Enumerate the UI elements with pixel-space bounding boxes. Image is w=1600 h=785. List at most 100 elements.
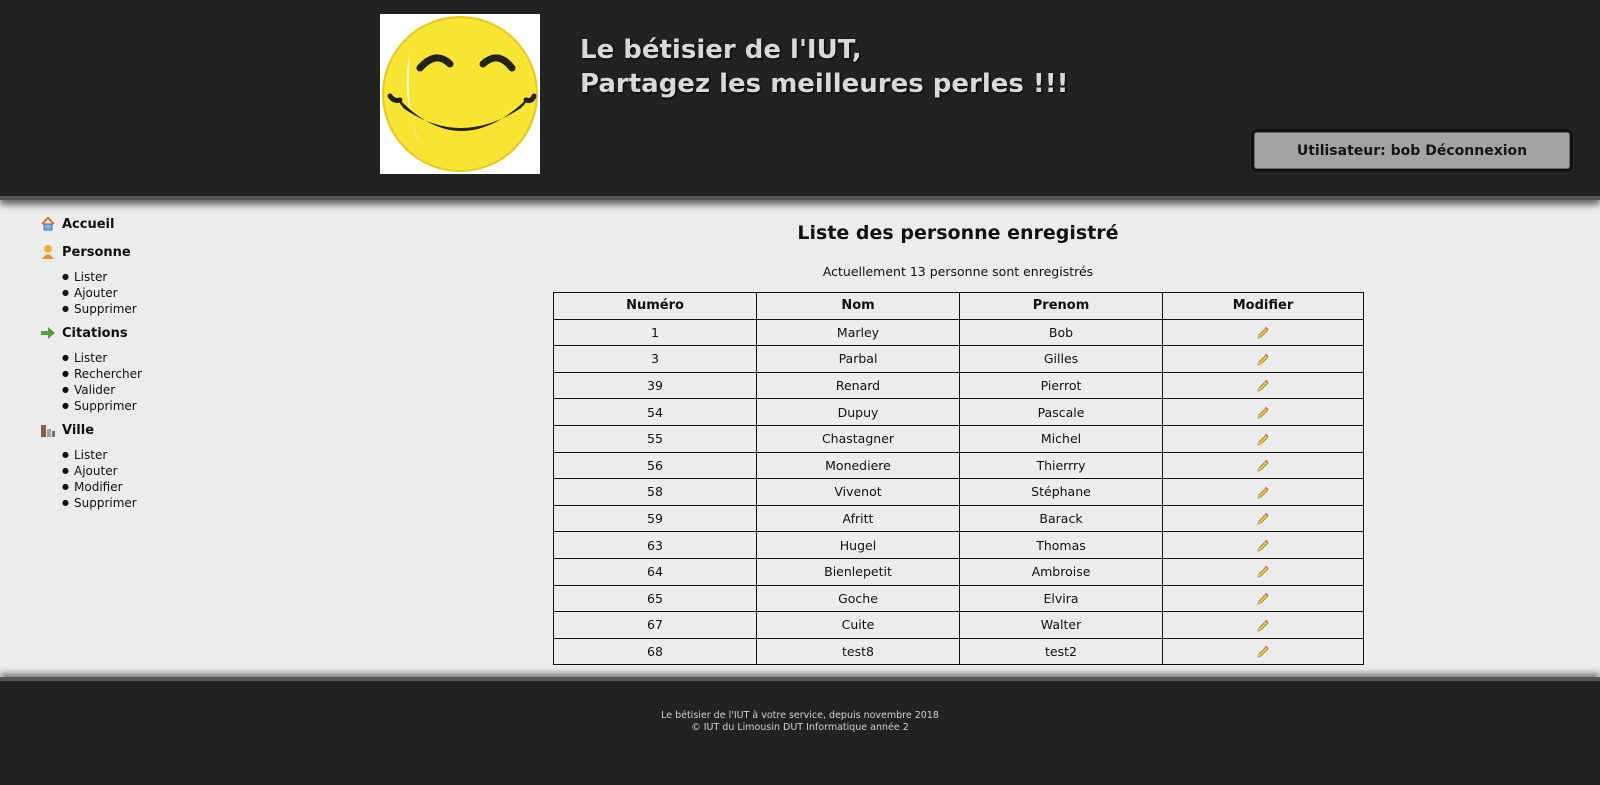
cell-numero: 59 xyxy=(553,504,757,533)
table-header-row: Numéro Nom Prenom Modifier xyxy=(553,292,1364,320)
pencil-icon[interactable] xyxy=(1256,486,1270,500)
pencil-icon[interactable] xyxy=(1256,512,1270,526)
home-icon xyxy=(40,216,56,232)
sidebar-label-accueil: Accueil xyxy=(62,216,115,232)
cell-modifier xyxy=(1162,584,1364,613)
pencil-icon[interactable] xyxy=(1256,592,1270,606)
pencil-icon[interactable] xyxy=(1256,353,1270,367)
cell-prenom: test2 xyxy=(959,637,1163,666)
cell-nom: Bienlepetit xyxy=(756,557,960,586)
ville-submenu: Lister Ajouter Modifier Supprimer xyxy=(40,447,240,511)
sidebar-item-ville[interactable]: Ville xyxy=(40,420,240,440)
cell-numero: 58 xyxy=(553,478,757,506)
pencil-icon[interactable] xyxy=(1256,459,1270,473)
cell-numero: 68 xyxy=(553,637,757,666)
sidebar-item-personne[interactable]: Personne xyxy=(40,242,240,262)
sidebar-nav: Accueil Personne Lister Ajouter Supprime… xyxy=(40,214,240,517)
cell-nom: Chastagner xyxy=(756,424,960,453)
cell-prenom: Walter xyxy=(959,611,1163,639)
cell-prenom: Ambroise xyxy=(959,557,1163,586)
pencil-icon[interactable] xyxy=(1256,406,1270,420)
cell-nom: test8 xyxy=(756,637,960,666)
sidebar-label-ville: Ville xyxy=(62,422,95,438)
citations-supprimer-link[interactable]: Supprimer xyxy=(62,398,240,414)
pencil-icon[interactable] xyxy=(1256,619,1270,633)
personne-lister-link[interactable]: Lister xyxy=(62,269,240,285)
table-row: 39 Renard Pierrot xyxy=(553,371,1364,400)
personne-supprimer-link[interactable]: Supprimer xyxy=(62,301,240,317)
footer-line1: Le bétisier de l'IUT à votre service, de… xyxy=(661,710,939,721)
ville-modifier-link[interactable]: Modifier xyxy=(62,479,240,495)
cell-nom: Renard xyxy=(756,371,960,400)
table-row: 65 Goche Elvira xyxy=(553,584,1364,613)
pencil-icon[interactable] xyxy=(1256,326,1270,340)
cell-prenom: Bob xyxy=(959,318,1163,347)
table-row: 55 Chastagner Michel xyxy=(553,424,1364,453)
people-table: Numéro Nom Prenom Modifier 1 Marley Bob 3P… xyxy=(553,292,1364,666)
smiley-logo xyxy=(380,14,540,174)
cell-numero: 3 xyxy=(553,345,757,373)
pencil-icon[interactable] xyxy=(1256,433,1270,447)
cell-modifier xyxy=(1162,531,1364,559)
pencil-icon[interactable] xyxy=(1256,379,1270,393)
site-header: Le bétisier de l'IUT, Partagez les meill… xyxy=(0,0,1600,200)
cell-prenom: Pierrot xyxy=(959,371,1163,400)
cell-nom: Dupuy xyxy=(756,398,960,426)
cell-modifier xyxy=(1162,371,1364,400)
cell-prenom: Barack xyxy=(959,504,1163,533)
cell-numero: 39 xyxy=(553,371,757,400)
cell-numero: 67 xyxy=(553,611,757,639)
cell-numero: 63 xyxy=(553,531,757,559)
cell-modifier xyxy=(1162,478,1364,506)
cell-modifier xyxy=(1162,345,1364,373)
smiley-face-icon xyxy=(382,16,538,172)
cell-prenom: Pascale xyxy=(959,398,1163,426)
sidebar-label-citations: Citations xyxy=(62,325,128,341)
cell-modifier xyxy=(1162,451,1364,480)
cell-prenom: Stéphane xyxy=(959,478,1163,506)
cell-nom: Vivenot xyxy=(756,478,960,506)
table-row: 63 Hugel Thomas xyxy=(553,531,1364,559)
personne-ajouter-link[interactable]: Ajouter xyxy=(62,285,240,301)
pencil-icon[interactable] xyxy=(1256,645,1270,659)
table-row: 58 Vivenot Stéphane xyxy=(553,478,1364,506)
pencil-icon[interactable] xyxy=(1256,565,1270,579)
logout-link[interactable]: Déconnexion xyxy=(1425,143,1527,159)
cell-nom: Monediere xyxy=(756,451,960,480)
pencil-icon[interactable] xyxy=(1256,539,1270,553)
cell-numero: 56 xyxy=(553,451,757,480)
cell-numero: 54 xyxy=(553,398,757,426)
cell-numero: 65 xyxy=(553,584,757,613)
personne-submenu: Lister Ajouter Supprimer xyxy=(40,269,240,317)
ville-supprimer-link[interactable]: Supprimer xyxy=(62,495,240,511)
cell-prenom: Michel xyxy=(959,424,1163,453)
sidebar-item-citations[interactable]: Citations xyxy=(40,323,240,343)
sidebar-item-accueil[interactable]: Accueil xyxy=(40,214,240,234)
cell-nom: Hugel xyxy=(756,531,960,559)
cell-modifier xyxy=(1162,398,1364,426)
footer-line2: © IUT du Limousin DUT Informatique année… xyxy=(691,722,909,733)
cell-prenom: Thomas xyxy=(959,531,1163,559)
cell-nom: Cuite xyxy=(756,611,960,639)
person-icon xyxy=(40,244,56,260)
cell-modifier xyxy=(1162,318,1364,347)
cell-numero: 64 xyxy=(553,557,757,586)
cell-modifier xyxy=(1162,504,1364,533)
table-row: 68 test8 test2 xyxy=(553,637,1364,666)
cell-prenom: Thierrry xyxy=(959,451,1163,480)
table-row: 54 Dupuy Pascale xyxy=(553,398,1364,426)
citations-lister-link[interactable]: Lister xyxy=(62,350,240,366)
ville-lister-link[interactable]: Lister xyxy=(62,447,240,463)
citations-rechercher-link[interactable]: Rechercher xyxy=(62,366,240,382)
cell-modifier xyxy=(1162,424,1364,453)
cell-numero: 55 xyxy=(553,424,757,453)
site-footer: Le bétisier de l'IUT à votre service, de… xyxy=(0,677,1600,785)
citations-valider-link[interactable]: Valider xyxy=(62,382,240,398)
site-title-line1: Le bétisier de l'IUT, xyxy=(580,35,862,65)
cell-nom: Parbal xyxy=(756,345,960,373)
cell-modifier xyxy=(1162,637,1364,666)
ville-ajouter-link[interactable]: Ajouter xyxy=(62,463,240,479)
cell-modifier xyxy=(1162,611,1364,639)
citations-submenu: Lister Rechercher Valider Supprimer xyxy=(40,350,240,414)
cell-prenom: Gilles xyxy=(959,345,1163,373)
